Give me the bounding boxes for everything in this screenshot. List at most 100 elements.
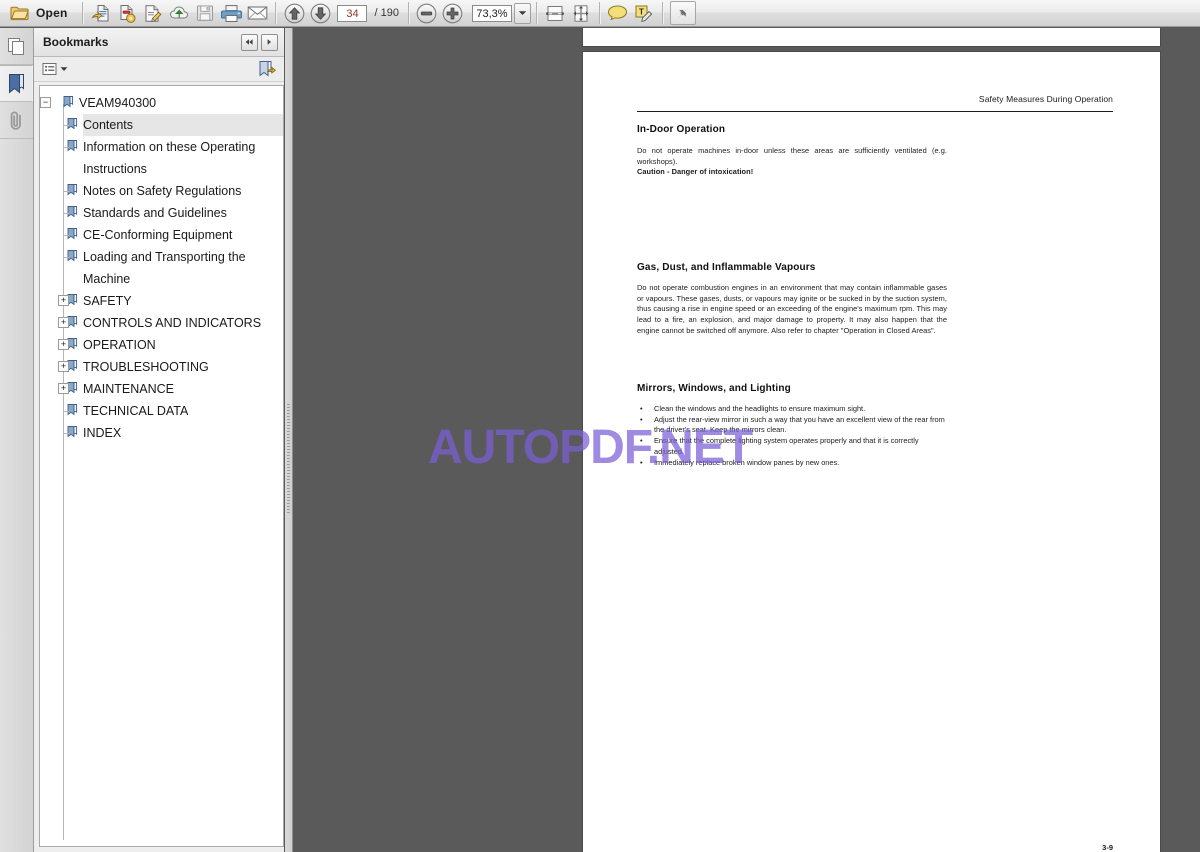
highlight-text-icon[interactable]: T (631, 1, 657, 25)
list-item: • Clean the windows and the headlights t… (637, 404, 947, 415)
expander-expand-icon[interactable]: + (58, 383, 69, 394)
tree-tick (63, 191, 69, 192)
sticky-note-icon[interactable] (605, 1, 631, 25)
zoom-dropdown-button[interactable] (513, 2, 531, 24)
bookmark-label: TECHNICAL DATA (83, 404, 189, 418)
expander-expand-icon[interactable]: + (58, 361, 69, 372)
new-bookmark-icon[interactable] (258, 60, 276, 78)
bookmark-options-button[interactable] (42, 62, 68, 76)
bookmark-item-information[interactable]: Information on these Operating Instructi… (40, 136, 283, 180)
section-paragraph-in-door-operation: Do not operate machines in-door unless t… (637, 146, 947, 178)
bookmarks-panel-header: Bookmarks (34, 28, 284, 57)
tree-tick (63, 411, 69, 412)
page-thumbnails-icon (7, 37, 26, 56)
print-icon[interactable] (218, 1, 244, 25)
sidebar-tab-bookmarks[interactable] (0, 65, 33, 102)
bullet-marker: • (640, 436, 643, 446)
expander-collapse-icon[interactable]: − (40, 97, 51, 108)
fit-page-icon[interactable] (568, 1, 594, 25)
bookmark-icon (67, 202, 78, 218)
sidebar-tab-pages[interactable] (0, 28, 33, 65)
edit-pdf-icon[interactable] (140, 1, 166, 25)
bookmark-label: Contents (83, 114, 283, 136)
bookmark-item-safety[interactable]: + SAFETY (40, 290, 283, 312)
document-view[interactable]: Safety Measures During Operation In-Door… (293, 28, 1200, 852)
options-list-icon (42, 62, 58, 76)
nav-expand-icon[interactable] (261, 33, 278, 51)
pdf-page: Safety Measures During Operation In-Door… (583, 52, 1160, 852)
bookmark-label: Notes on Safety Regulations (83, 184, 242, 198)
bookmark-item-maintenance[interactable]: + MAINTENANCE (40, 378, 283, 400)
bookmark-item-standards[interactable]: Standards and Guidelines (40, 202, 283, 224)
tree-tick (63, 147, 69, 148)
page-footer-number: 3-9 (1102, 843, 1113, 852)
splitter-grip[interactable] (287, 404, 290, 514)
sidebar-tab-attachments[interactable] (0, 102, 33, 139)
page-separator: / (374, 7, 378, 19)
list-item: • Adjust the rear-view mirror in such a … (637, 415, 947, 436)
expander-expand-icon[interactable]: + (58, 339, 69, 350)
create-pdf-icon[interactable] (88, 1, 114, 25)
tree-tick (63, 125, 69, 126)
bookmark-icon (67, 180, 78, 196)
expand-fullscreen-icon[interactable] (669, 1, 696, 25)
save-icon[interactable] (192, 1, 218, 25)
nav-collapse-icon[interactable] (241, 33, 258, 51)
bookmark-icon (67, 422, 78, 438)
mirrors-bullet-list: • Clean the windows and the headlights t… (637, 404, 947, 468)
bookmarks-panel: Bookmarks − VEAM940300 Contents Informat… (34, 28, 284, 852)
bookmark-icon (49, 92, 74, 108)
chevron-down-icon (518, 10, 527, 16)
running-header: Safety Measures During Operation (978, 94, 1113, 104)
open-button[interactable]: Open (2, 1, 77, 26)
zoom-out-button[interactable] (414, 1, 440, 25)
section-heading-gas-dust: Gas, Dust, and Inflammable Vapours (637, 262, 816, 273)
bookmark-item-troubleshooting[interactable]: + TROUBLESHOOTING (40, 356, 283, 378)
expander-expand-icon[interactable]: + (58, 295, 69, 306)
upload-cloud-icon[interactable] (166, 1, 192, 25)
expander-expand-icon[interactable]: + (58, 317, 69, 328)
bookmarks-toolbar (34, 57, 284, 82)
bookmark-label: CONTROLS AND INDICATORS (83, 316, 262, 330)
panel-splitter[interactable] (285, 28, 293, 852)
bookmark-label: VEAM940300 (79, 96, 157, 110)
bookmark-item-index[interactable]: INDEX (40, 422, 283, 444)
next-page-button[interactable] (307, 1, 333, 25)
previous-page-button[interactable] (281, 1, 307, 25)
list-item-text: Ensure that the complete lighting system… (654, 436, 919, 456)
paperclip-icon (8, 110, 25, 131)
bookmark-icon (67, 224, 78, 240)
bookmark-item-ce-conforming[interactable]: CE-Conforming Equipment (40, 224, 283, 246)
current-page-input[interactable]: 34 (337, 4, 368, 22)
list-item-text: Immediately replace broken window panes … (654, 457, 840, 467)
page-count-label: / 190 (374, 7, 398, 19)
bookmark-item-contents[interactable]: Contents (40, 114, 283, 136)
bookmark-item-technical-data[interactable]: TECHNICAL DATA (40, 400, 283, 422)
sidebar-rail (0, 28, 34, 852)
bookmark-item-operation[interactable]: + OPERATION (40, 334, 283, 356)
folder-open-icon (10, 5, 29, 21)
fit-width-icon[interactable] (542, 1, 568, 25)
bookmark-label: Standards and Guidelines (83, 206, 227, 220)
bookmark-item-loading-transporting[interactable]: Loading and Transporting the Machine (40, 246, 283, 290)
bookmark-item-root[interactable]: − VEAM940300 (40, 92, 283, 114)
bookmark-label: SAFETY (83, 294, 132, 308)
email-icon[interactable] (244, 1, 270, 25)
svg-text:T: T (639, 7, 644, 16)
pdf-reader-window: Open 34 / 190 73,3% T Bookmarks − VEAM94… (0, 0, 1200, 852)
bookmark-item-notes-safety[interactable]: Notes on Safety Regulations (40, 180, 283, 202)
combine-files-icon[interactable] (114, 1, 140, 25)
bookmark-item-controls-indicators[interactable]: + CONTROLS AND INDICATORS (40, 312, 283, 334)
zoom-level-input[interactable]: 73,3% (471, 4, 512, 22)
tree-tick (63, 257, 69, 258)
bookmark-icon (67, 136, 78, 152)
bookmark-icon (67, 114, 78, 130)
header-rule (637, 111, 1113, 112)
zoom-in-button[interactable] (440, 1, 466, 25)
bookmarks-tree-container[interactable]: − VEAM940300 Contents Information on the… (39, 85, 284, 847)
list-item-text: Adjust the rear-view mirror in such a wa… (654, 414, 945, 435)
list-item-text: Clean the windows and the headlights to … (654, 404, 866, 413)
previous-page-sliver (583, 28, 1160, 46)
main-toolbar: Open 34 / 190 73,3% T (0, 0, 1200, 27)
toolbar-divider (407, 2, 409, 24)
